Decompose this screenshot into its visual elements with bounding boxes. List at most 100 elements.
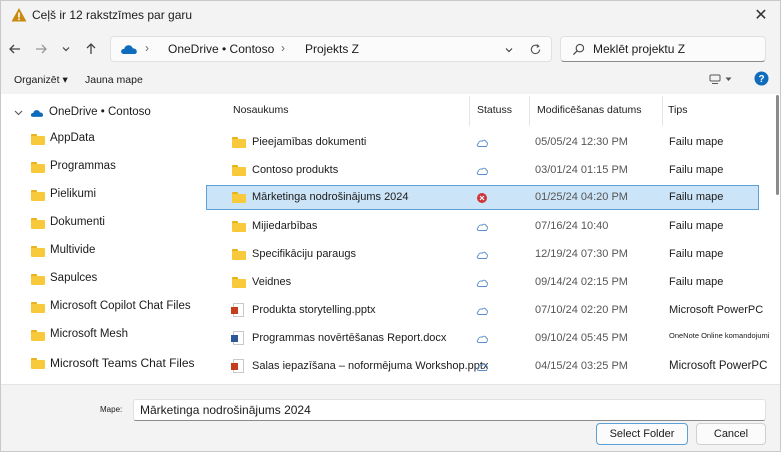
tree-item-label: Pielikumi — [50, 188, 97, 200]
table-row[interactable]: Salas iepazīšana – noformējuma Workshop.… — [206, 354, 767, 380]
onedrive-cloud-icon — [30, 110, 44, 117]
tree-item-programmas[interactable]: Programmas — [0, 154, 200, 182]
address-dropdown-chevron-icon[interactable] — [504, 45, 514, 55]
file-type: Microsoft PowerPC — [669, 360, 768, 372]
folder-name-input[interactable] — [133, 399, 766, 421]
address-bar[interactable]: › OneDrive • Contoso › Projekts Z — [110, 36, 552, 62]
search-box[interactable]: Meklēt projektu Z — [560, 36, 766, 62]
file-name: Pieejamības dokumenti — [252, 136, 367, 148]
table-row[interactable]: Mijiedarbības 07/16/24 10:40 Failu mape — [206, 214, 759, 240]
tree-item-label: Dokumenti — [50, 216, 105, 228]
search-icon — [572, 43, 585, 56]
file-name: Mārketinga nodrošinājums 2024 — [252, 191, 409, 203]
arrow-left-icon — [9, 44, 20, 54]
search-input[interactable]: Meklēt projektu Z — [593, 42, 685, 56]
table-row[interactable]: Specifikāciju paraugs 12/19/24 07:30 PM … — [206, 242, 759, 268]
breadcrumb-separator: › — [281, 41, 285, 55]
table-row[interactable]: Contoso produkts 03/01/24 01:15 PM Failu… — [206, 158, 759, 184]
cloud-status-icon — [476, 363, 488, 371]
arrow-right-icon — [36, 44, 47, 54]
tree-item-onedrive[interactable]: OneDrive • Contoso — [0, 100, 200, 128]
organize-label: Organizēt — [14, 74, 60, 86]
column-header-status[interactable]: Statuss — [477, 104, 512, 116]
column-divider[interactable] — [662, 96, 663, 126]
help-icon[interactable]: ? — [754, 71, 769, 86]
file-date: 07/16/24 10:40 — [535, 220, 609, 232]
file-name: Specifikāciju paraugs — [252, 248, 356, 260]
tree-item-label: Microsoft Teams Chat Files — [50, 356, 195, 370]
folder-icon — [31, 274, 45, 285]
warning-icon — [11, 8, 27, 22]
table-row[interactable]: Produkta storytelling.pptx 07/10/24 02:2… — [206, 298, 763, 324]
tree-item-label: Programmas — [50, 160, 116, 172]
cloud-status-icon — [476, 307, 488, 315]
onedrive-cloud-icon — [121, 45, 137, 54]
powerpoint-file-icon — [231, 359, 244, 373]
back-button[interactable] — [4, 38, 26, 60]
cancel-button[interactable]: Cancel — [696, 423, 766, 445]
table-row[interactable]: Programmas novērtēšanas Report.docx 09/1… — [206, 326, 769, 352]
tree-item-appdata[interactable]: AppData — [0, 126, 200, 154]
tree-item-sapulces[interactable]: Sapulces — [0, 266, 200, 294]
file-date: 07/10/24 02:20 PM — [535, 304, 628, 316]
select-folder-button[interactable]: Select Folder — [596, 423, 688, 445]
tree-item-teams-chat-files[interactable]: Microsoft Teams Chat Files — [0, 350, 200, 378]
folder-icon — [31, 134, 45, 145]
up-button[interactable] — [80, 38, 102, 60]
title-bar: Ceļš ir 12 rakstzīmes par garu ✕ — [0, 0, 781, 32]
table-row[interactable]: Pieejamības dokumenti 05/05/24 12:30 PM … — [206, 130, 759, 156]
file-name: Contoso produkts — [252, 164, 339, 176]
forward-button[interactable] — [30, 38, 52, 60]
powerpoint-file-icon — [231, 303, 244, 317]
cloud-status-icon — [476, 251, 488, 259]
column-header-modified[interactable]: Modificēšanas datums — [537, 104, 641, 116]
chevron-down-icon[interactable] — [14, 109, 23, 117]
folder-icon — [232, 165, 246, 176]
file-type: Microsoft PowerPC — [669, 304, 764, 316]
organize-button[interactable]: Organizēt ▾ — [14, 74, 68, 86]
file-date: 12/19/24 07:30 PM — [535, 248, 628, 260]
table-row-selected[interactable]: Mārketinga nodrošinājums 2024 01/25/24 0… — [206, 185, 759, 210]
folder-icon — [31, 358, 45, 369]
folder-icon — [232, 249, 246, 260]
window-title: Ceļš ir 12 rakstzīmes par garu — [32, 8, 193, 22]
breadcrumb-projekts-z[interactable]: Projekts Z — [305, 42, 359, 56]
file-date: 04/15/24 03:25 PM — [535, 360, 628, 372]
tree-item-label: Multivide — [50, 244, 96, 256]
file-type: Failu mape — [669, 220, 724, 232]
folder-icon — [31, 162, 45, 173]
file-date: 09/14/24 02:15 PM — [535, 276, 628, 288]
tree-item-microsoft-mesh[interactable]: Microsoft Mesh — [0, 322, 200, 350]
view-options-button[interactable] — [707, 72, 735, 88]
new-folder-button[interactable]: Jauna mape — [85, 74, 143, 86]
navigation-pane: OneDrive • Contoso AppData Programmas Pi… — [0, 94, 200, 384]
tree-item-label: Microsoft Copilot Chat Files — [50, 300, 191, 312]
recent-locations-button[interactable] — [55, 38, 77, 60]
tree-item-multivide[interactable]: Multivide — [0, 238, 200, 266]
column-header-type[interactable]: Tips — [668, 104, 687, 116]
column-divider[interactable] — [529, 96, 530, 126]
tree-item-label: AppData — [50, 132, 95, 144]
close-button[interactable]: ✕ — [751, 6, 771, 26]
tree-item-copilot-chat-files[interactable]: Microsoft Copilot Chat Files — [0, 294, 200, 322]
column-divider[interactable] — [469, 96, 470, 126]
tree-item-dokumenti[interactable]: Dokumenti — [0, 210, 200, 238]
refresh-icon[interactable] — [529, 43, 542, 56]
cloud-status-icon — [476, 167, 488, 175]
file-name: Mijiedarbības — [252, 220, 318, 232]
folder-icon — [31, 302, 45, 313]
vertical-scrollbar[interactable] — [776, 95, 779, 195]
cloud-status-icon — [476, 223, 488, 231]
tree-item-label: Microsoft Mesh — [50, 328, 128, 340]
column-header-name[interactable]: Nosaukums — [233, 104, 288, 116]
word-file-icon — [231, 331, 244, 345]
tree-item-pielikumi[interactable]: Pielikumi — [0, 182, 200, 210]
file-date: 01/25/24 04:20 PM — [535, 191, 628, 203]
breadcrumb-separator: › — [145, 41, 149, 55]
breadcrumb-onedrive[interactable]: OneDrive • Contoso — [168, 42, 274, 56]
file-date: 05/05/24 12:30 PM — [535, 136, 628, 148]
folder-icon — [232, 221, 246, 232]
close-icon: ✕ — [754, 7, 768, 24]
table-row[interactable]: Veidnes 09/14/24 02:15 PM Failu mape — [206, 270, 759, 296]
folder-icon — [232, 192, 246, 203]
